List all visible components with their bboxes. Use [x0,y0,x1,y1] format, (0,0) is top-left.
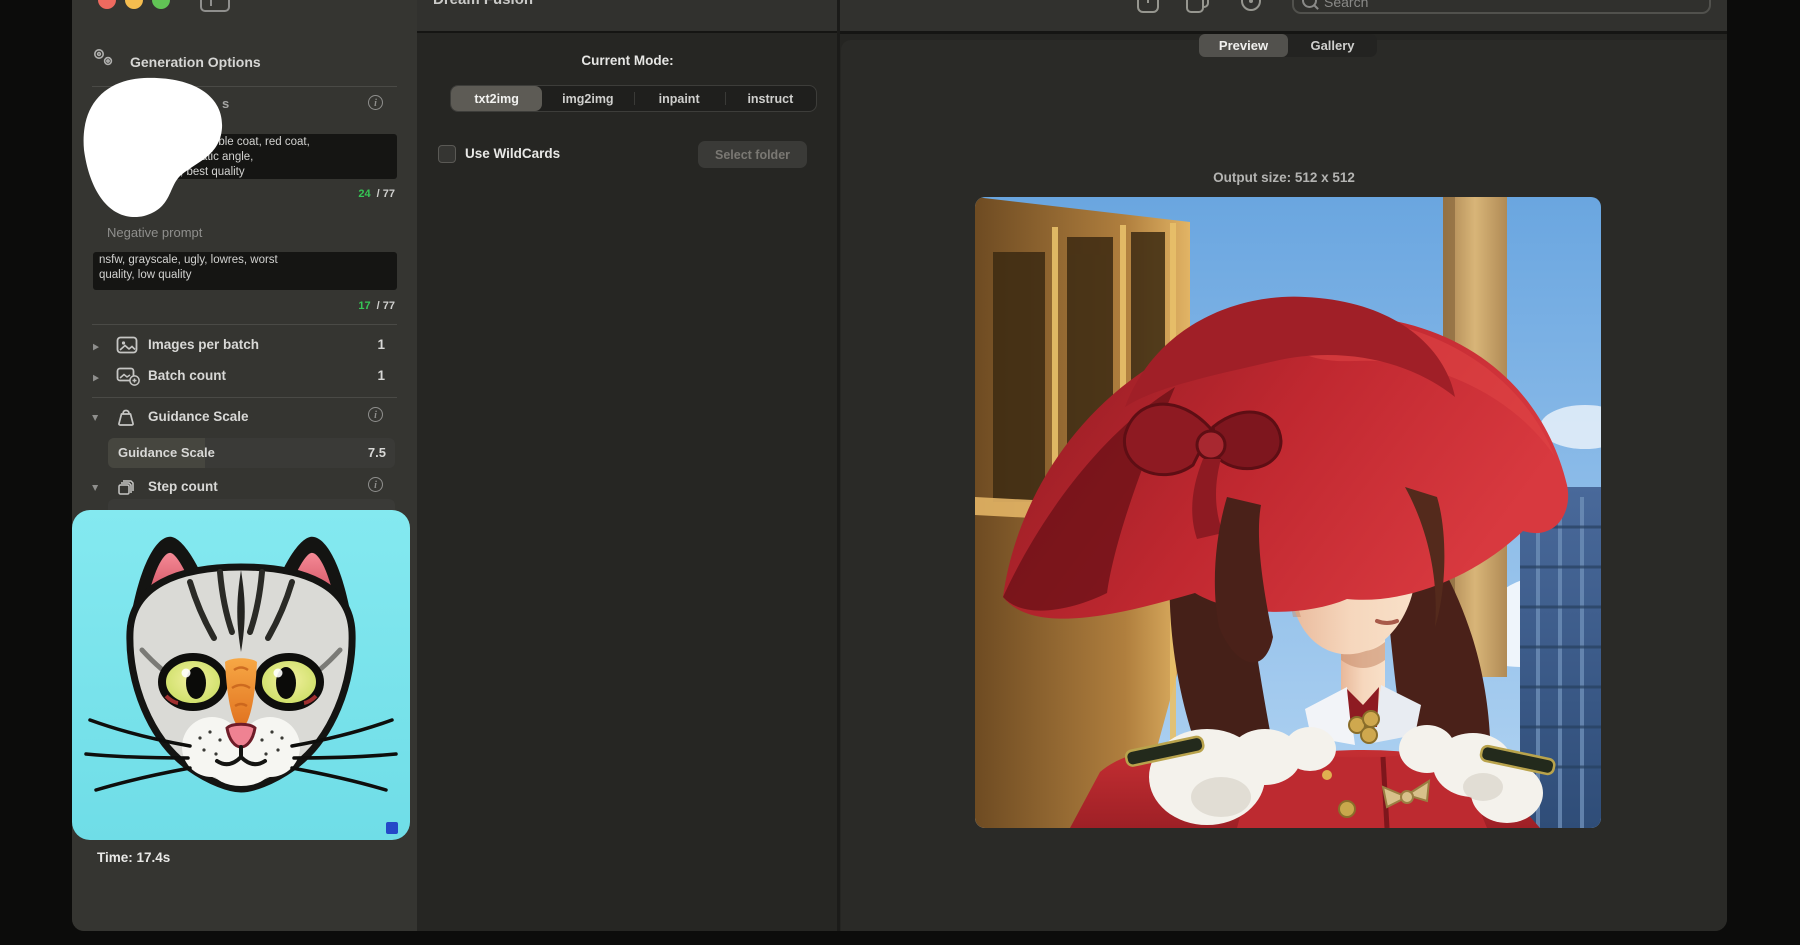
weight-icon [116,408,136,432]
window-title: Dream Fusion [433,0,533,10]
redacted-section-label-fragment: s [222,96,229,111]
row-value: 1 [377,337,385,352]
mode-tab-txt2img[interactable]: txt2img [451,86,542,111]
traffic-close-button[interactable] [98,0,116,9]
mode-segmented-control: txt2img img2img inpaint instruct [450,85,817,112]
generated-image-anime-girl [975,197,1601,828]
guidance-scale-slider[interactable]: Guidance Scale 7.5 [108,438,395,468]
batch-count-row[interactable]: ▸ Batch count 1 [72,364,417,390]
generation-options-icon [90,46,116,73]
prompt-textarea[interactable]: queen hat, noble coat, red coat, le shir… [93,134,397,179]
negative-line: quality, low quality [99,268,391,283]
output-size-label: Output size: 512 x 512 [841,170,1727,185]
generated-thumbnail-cat[interactable] [72,510,410,840]
prompt-token-limit: / 77 [377,188,395,200]
wildcards-label: Use WildCards [465,146,560,161]
mode-pane: Current Mode: txt2img img2img inpaint in… [417,33,838,931]
row-label: Images per batch [148,337,259,352]
guidance-scale-header-row[interactable]: ▸ Guidance Scale i [72,405,417,431]
chevron-right-icon[interactable]: ▸ [93,369,99,384]
tab-gallery[interactable]: Gallery [1288,34,1377,57]
prompt-line: asterpiece, best quality [99,165,391,180]
preview-segmented-control: Preview Gallery [1199,34,1377,57]
row-label: Batch count [148,368,226,383]
progress-chip [386,822,398,834]
help-icon[interactable] [1240,0,1262,17]
prompt-line: queen hat, noble coat, red coat, [99,135,391,150]
select-folder-button[interactable]: Select folder [698,141,807,168]
info-icon[interactable]: i [368,477,383,492]
search-icon [1302,0,1317,8]
mode-tab-inpaint[interactable]: inpaint [634,86,725,111]
divider [634,92,635,105]
search-placeholder: Search [1324,0,1368,10]
traffic-zoom-button[interactable] [152,0,170,9]
negative-token-limit: / 77 [377,300,395,312]
mode-tab-instruct[interactable]: instruct [725,86,816,111]
row-label: Guidance Scale [148,409,249,424]
prompt-token-counter: 24 / 77 [358,188,395,200]
slider-label: Guidance Scale [118,445,215,460]
row-value: 1 [377,368,385,383]
traffic-minimize-button[interactable] [125,0,143,9]
prompt-token-count: 24 [358,188,370,200]
image-stack-plus-icon [116,367,140,391]
negative-token-counter: 17 / 77 [358,300,395,312]
chevron-down-icon[interactable]: ▸ [89,485,103,491]
export-icon[interactable] [1136,0,1160,19]
mode-tab-img2img[interactable]: img2img [542,86,633,111]
current-mode-label: Current Mode: [417,53,838,68]
generation-time: Time: 17.4s [97,850,170,865]
sidebar-toggle-icon[interactable] [200,0,230,12]
negative-prompt-label: Negative prompt [107,225,202,240]
image-icon [116,336,138,359]
info-icon[interactable]: i [368,407,383,422]
divider [92,324,397,325]
info-icon[interactable]: i [368,95,383,110]
slider-value: 7.5 [368,445,386,460]
chevron-down-icon[interactable]: ▸ [89,415,103,421]
app-window: Generation Options s i ompt queen hat, n… [72,0,1727,931]
divider [92,397,397,398]
negative-prompt-textarea[interactable]: nsfw, grayscale, ugly, lowres, worst qua… [93,252,397,290]
wildcards-checkbox[interactable] [438,145,456,163]
row-label: Step count [148,479,218,494]
step-count-header-row[interactable]: ▸ Step count i [72,475,417,501]
pane-divider [837,0,840,931]
images-per-batch-row[interactable]: ▸ Images per batch 1 [72,333,417,359]
cat-illustration [72,510,410,840]
preview-pane: Preview Gallery Output size: 512 x 512 [841,40,1727,931]
prompt-line: le shirt, cinematic angle, [99,150,391,165]
negative-line: nsfw, grayscale, ugly, lowres, worst [99,253,391,268]
copy-icon[interactable] [1184,0,1212,21]
divider [725,92,726,105]
divider [92,86,397,87]
negative-token-count: 17 [358,300,370,312]
sidebar-section-title: Generation Options [130,54,261,70]
chevron-right-icon[interactable]: ▸ [93,338,99,353]
sidebar: Generation Options s i ompt queen hat, n… [72,0,417,931]
tab-preview[interactable]: Preview [1199,34,1288,57]
search-input[interactable]: Search [1292,0,1711,14]
